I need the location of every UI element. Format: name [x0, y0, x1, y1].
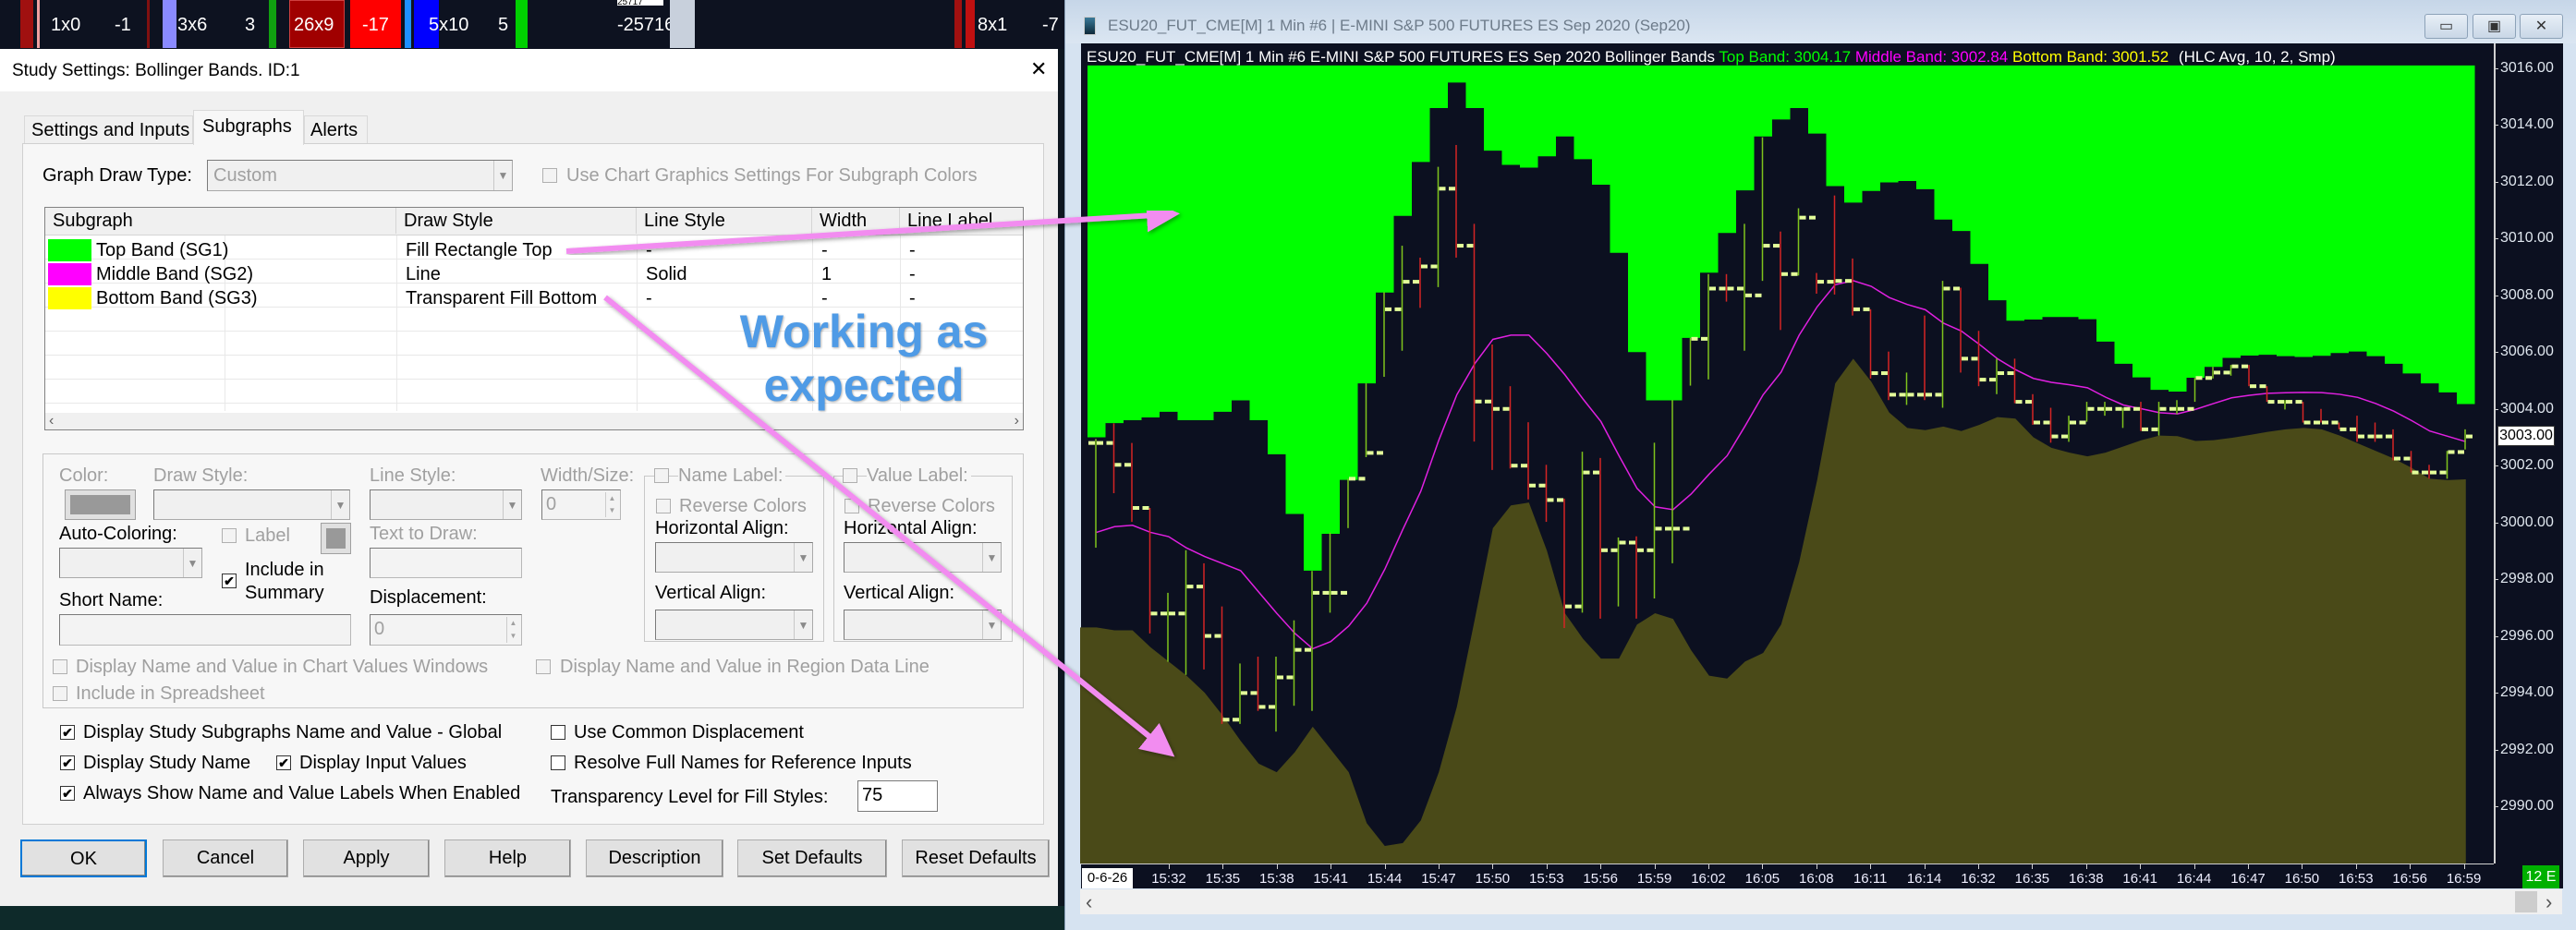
- annotation-line: Working as: [739, 306, 989, 357]
- tab-subgraphs[interactable]: Subgraphs: [193, 110, 304, 145]
- annotation-line: expected: [763, 359, 965, 411]
- arrow-to-top-band: [565, 199, 1180, 254]
- tab-label: Subgraphs: [202, 116, 292, 137]
- annotation-text: Working as expected: [679, 305, 1049, 412]
- annotation-arrows: [565, 199, 1180, 757]
